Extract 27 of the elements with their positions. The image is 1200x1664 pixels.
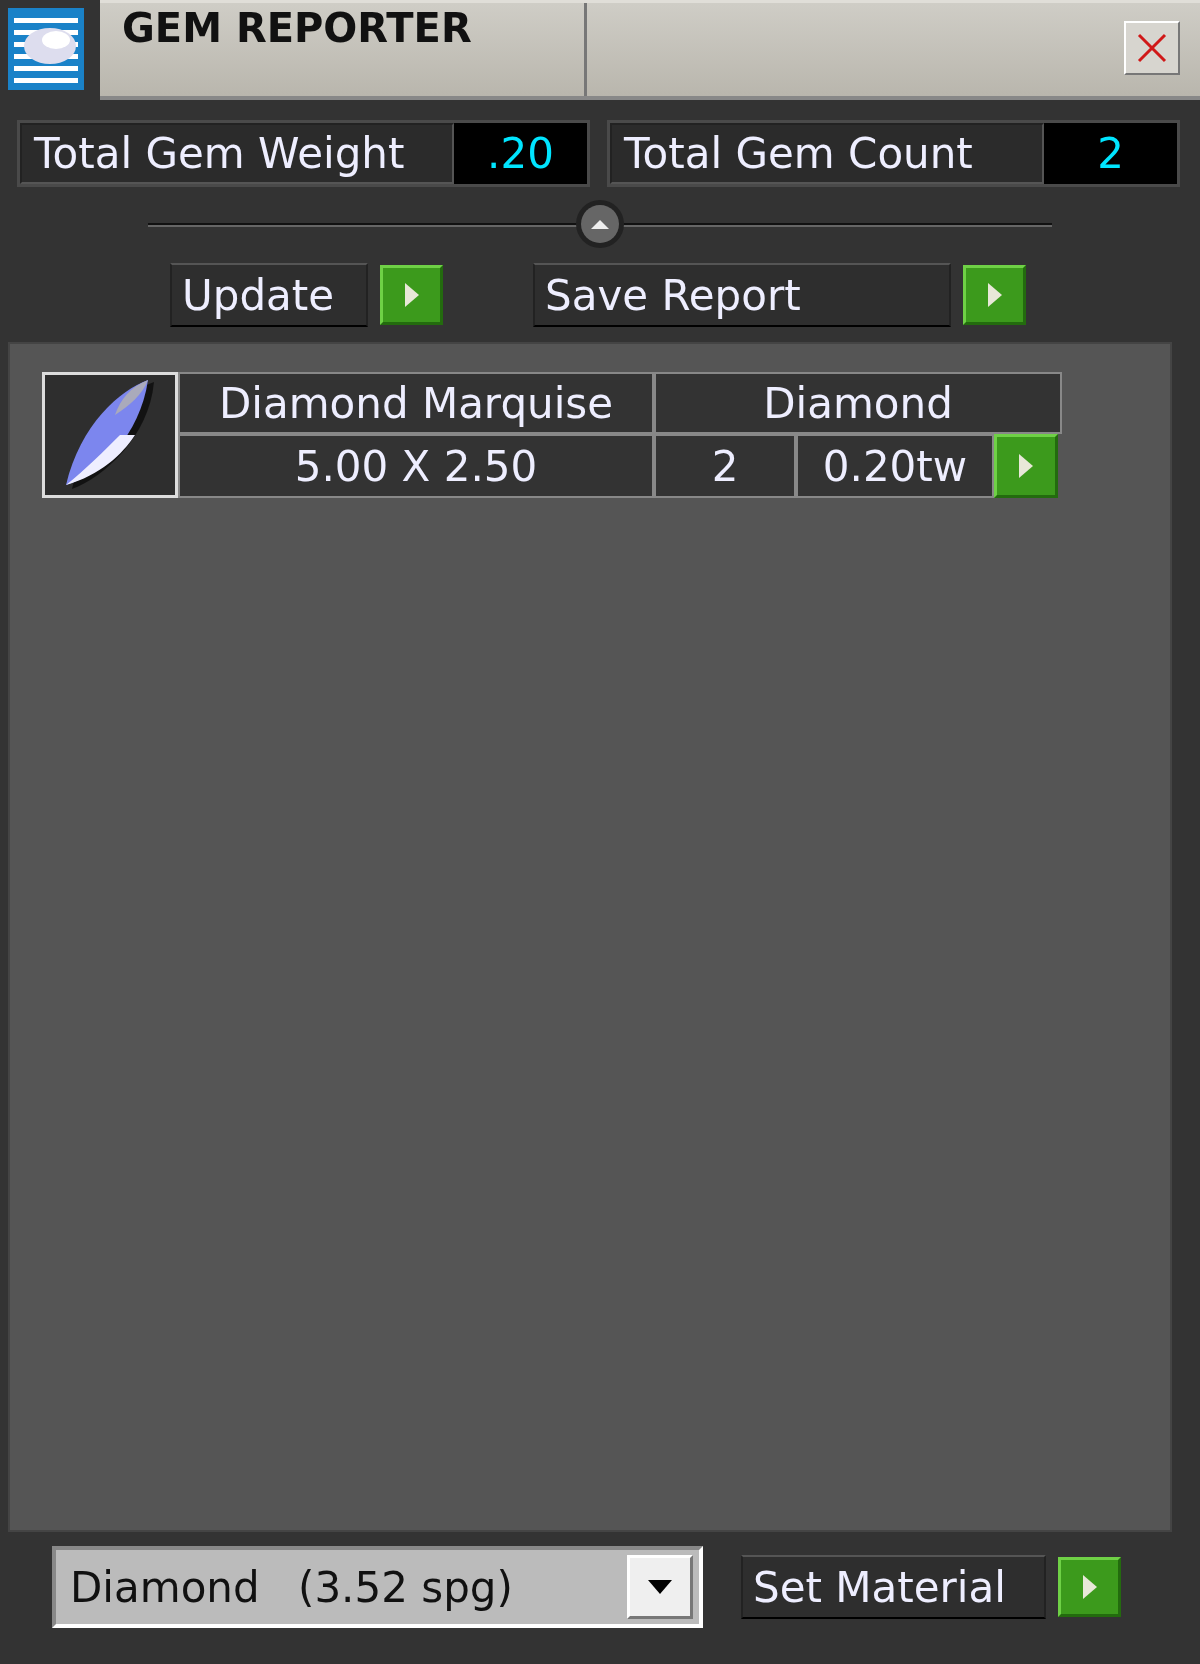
close-button[interactable] — [1124, 21, 1180, 75]
play-icon — [404, 283, 419, 307]
caret-icon — [648, 1580, 672, 1594]
gem-count-cell: 2 — [654, 434, 796, 498]
window-title: GEM REPORTER — [100, 3, 587, 96]
action-label: Set Material — [741, 1555, 1046, 1619]
run-button[interactable] — [994, 434, 1058, 498]
dropdown-arrow-button[interactable] — [627, 1555, 693, 1619]
gem-material-cell: Diamond — [654, 372, 1062, 434]
gem-size-cell: 5.00 X 2.50 — [178, 434, 654, 498]
total-label: Total Gem Count — [610, 123, 1044, 184]
run-button[interactable] — [380, 265, 443, 325]
splitter-handle[interactable] — [574, 197, 626, 250]
play-icon — [1019, 454, 1033, 478]
gem-name-cell: Diamond Marquise — [178, 372, 654, 434]
run-button[interactable] — [1058, 1557, 1121, 1617]
action-label: Update — [170, 263, 368, 327]
action-label: Save Report — [533, 263, 951, 327]
run-button[interactable] — [963, 265, 1026, 325]
close-icon — [1137, 33, 1167, 63]
play-icon — [987, 283, 1002, 307]
material-dropdown[interactable]: Diamond (3.52 spg) — [52, 1546, 703, 1628]
total-value: 2 — [1044, 123, 1177, 184]
gem-weight-cell: 0.20tw — [796, 434, 994, 498]
total-value: .20 — [454, 123, 587, 184]
total-label: Total Gem Weight — [20, 123, 454, 184]
play-icon — [1082, 1575, 1097, 1599]
